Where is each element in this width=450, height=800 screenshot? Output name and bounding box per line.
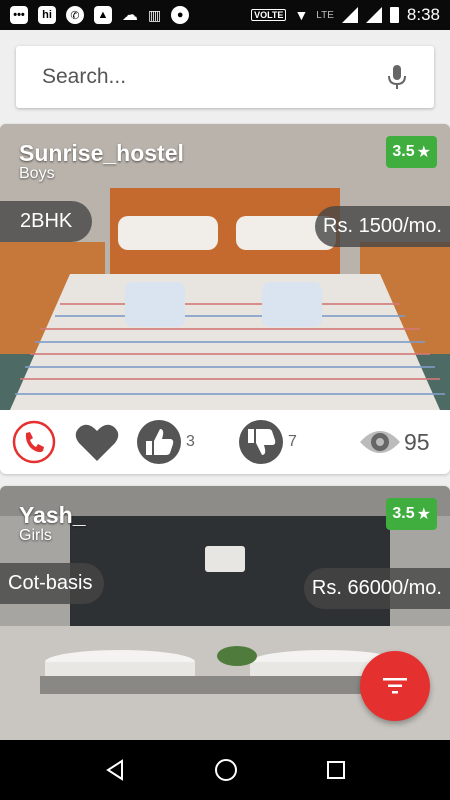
chat-icon: ••• bbox=[10, 6, 28, 24]
views-indicator: 95 bbox=[358, 424, 430, 460]
thumbs-down-icon bbox=[239, 420, 283, 464]
thumbs-up-icon bbox=[137, 420, 181, 464]
clock: 8:38 bbox=[406, 5, 440, 24]
rating-value: 3.5 bbox=[392, 505, 415, 522]
account-icon: ● bbox=[171, 6, 190, 24]
app-hi-icon: hi bbox=[38, 6, 56, 24]
action-bar: 3 7 95 bbox=[0, 410, 450, 474]
book-icon: ▥ bbox=[148, 6, 162, 23]
cloud-icon: ☁ bbox=[122, 7, 138, 24]
dislike-button[interactable]: 7 bbox=[238, 419, 297, 465]
eye-icon bbox=[360, 431, 400, 453]
signal-icon-2 bbox=[365, 7, 382, 23]
star-icon: ★ bbox=[416, 144, 431, 161]
whatsapp-icon: ✆ bbox=[66, 6, 84, 24]
signal-icon bbox=[341, 7, 358, 23]
mic-icon[interactable] bbox=[386, 63, 408, 91]
listing-gender: Girls bbox=[19, 527, 52, 544]
filter-button[interactable] bbox=[360, 651, 430, 721]
star-icon: ★ bbox=[416, 506, 431, 523]
phone-icon bbox=[12, 420, 56, 464]
call-button[interactable] bbox=[12, 420, 56, 464]
rating-badge: 3.5 ★ bbox=[386, 498, 437, 530]
listing-title: Yash_ bbox=[19, 502, 86, 528]
like-button[interactable]: 3 bbox=[136, 419, 195, 465]
search-bar[interactable] bbox=[16, 46, 434, 108]
room-type-badge: Cot-basis bbox=[0, 563, 105, 604]
like-count: 3 bbox=[186, 433, 195, 450]
rating-badge: 3.5 ★ bbox=[386, 136, 437, 168]
listing-card[interactable]: Sunrise_hostel Boys 3.5 ★ 2BHK Rs. 1500/… bbox=[0, 124, 450, 474]
heart-icon bbox=[75, 424, 119, 461]
price-badge: Rs. 1500/mo. bbox=[315, 206, 450, 247]
recents-icon[interactable] bbox=[325, 759, 347, 781]
home-icon[interactable] bbox=[213, 757, 239, 783]
network-type: LTE bbox=[316, 9, 334, 21]
wifi-icon: ▼ bbox=[294, 7, 309, 23]
favorite-button[interactable] bbox=[74, 421, 120, 463]
volte-badge: VOLTE bbox=[251, 9, 287, 21]
price-badge: Rs. 66000/mo. bbox=[303, 568, 450, 609]
listing-gender: Boys bbox=[19, 165, 55, 182]
search-input[interactable] bbox=[42, 65, 386, 89]
filter-icon bbox=[383, 678, 407, 694]
rating-value: 3.5 bbox=[392, 143, 415, 160]
battery-icon bbox=[389, 7, 399, 23]
gallery-icon: ▲ bbox=[94, 6, 112, 24]
dislike-count: 7 bbox=[288, 433, 297, 450]
listing-title: Sunrise_hostel bbox=[19, 140, 184, 166]
room-type-badge: 2BHK bbox=[0, 201, 93, 242]
view-count: 95 bbox=[404, 428, 430, 455]
back-icon[interactable] bbox=[103, 758, 127, 782]
status-bar: ••• hi ✆ ▲ ☁ ▥ ● VOLTE ▼ LTE 8:38 bbox=[0, 0, 450, 30]
system-nav-bar bbox=[0, 740, 450, 800]
